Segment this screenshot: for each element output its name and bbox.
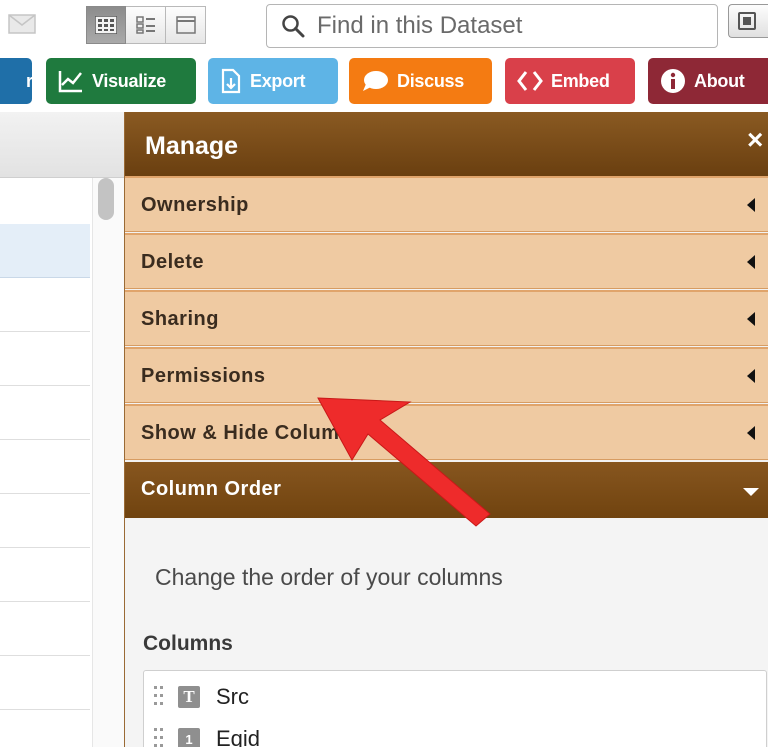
column-list: T Src 1 Eqid (143, 670, 767, 747)
filter-button-label: r (26, 70, 33, 91)
visualize-button-label: Visualize (92, 70, 167, 91)
column-order-body: Change the order of your columns Columns… (125, 518, 768, 747)
page-view-button[interactable] (166, 6, 206, 44)
table-row[interactable] (0, 224, 90, 278)
table-row[interactable] (0, 602, 90, 656)
filter-button[interactable]: r (0, 58, 33, 104)
export-icon (221, 68, 241, 94)
embed-button[interactable]: Embed (505, 58, 635, 104)
about-button-label: About (694, 70, 745, 91)
embed-button-label: Embed (551, 70, 610, 91)
grid-view-icon (95, 16, 117, 34)
discuss-button-label: Discuss (397, 70, 464, 91)
section-label: Ownership (141, 194, 249, 216)
visualize-button[interactable]: Visualize (46, 58, 196, 104)
table-row[interactable] (0, 278, 90, 332)
about-button[interactable]: About (648, 58, 768, 104)
top-toolbar (0, 0, 768, 52)
collapsed-arrow-icon (747, 198, 755, 212)
table-row[interactable] (0, 656, 90, 710)
collapsed-arrow-icon (747, 369, 755, 383)
embed-code-icon (517, 71, 543, 91)
close-icon[interactable]: × (747, 126, 763, 154)
info-icon (661, 69, 685, 93)
chart-icon (58, 71, 82, 93)
section-label: Column Order (141, 478, 282, 500)
manage-panel-header: Manage × (125, 112, 768, 176)
table-row[interactable] (0, 548, 90, 602)
collapsed-arrow-icon (747, 426, 755, 440)
column-order-description: Change the order of your columns (155, 564, 503, 590)
collapsed-arrow-icon (747, 255, 755, 269)
drag-handle-icon[interactable] (154, 686, 164, 708)
section-ownership[interactable]: Ownership (125, 176, 768, 232)
speech-bubble-icon (363, 71, 388, 91)
table-row[interactable] (0, 494, 90, 548)
grid-view-button[interactable] (86, 6, 126, 44)
discuss-button[interactable]: Discuss (349, 58, 492, 104)
column-name: Src (216, 684, 249, 709)
collapsed-arrow-icon (747, 312, 755, 326)
action-bar: r Visualize Export Discuss Embed About (0, 58, 768, 104)
list-item[interactable]: T Src (154, 679, 249, 715)
grid-scrollbar-thumb[interactable] (98, 178, 114, 220)
column-name: Eqid (216, 726, 261, 747)
section-label: Delete (141, 251, 205, 273)
section-delete[interactable]: Delete (125, 233, 768, 289)
grid-header (0, 112, 124, 178)
export-button[interactable]: Export (208, 58, 338, 104)
mail-icon[interactable] (8, 14, 36, 34)
list-item[interactable]: 1 Eqid (154, 721, 260, 747)
search-input[interactable] (317, 12, 697, 40)
text-type-icon: T (178, 686, 200, 708)
expanded-arrow-icon (743, 488, 759, 496)
fullscreen-icon (738, 12, 756, 30)
drag-handle-icon[interactable] (154, 728, 164, 747)
row-view-button[interactable] (126, 6, 166, 44)
annotation-arrow-icon (317, 397, 491, 527)
export-button-label: Export (250, 70, 306, 91)
row-view-icon (135, 16, 155, 34)
section-sharing[interactable]: Sharing (125, 290, 768, 346)
search-box (266, 4, 718, 48)
table-row[interactable] (0, 386, 90, 440)
number-type-icon: 1 (178, 728, 200, 747)
search-icon (282, 15, 305, 38)
table-row[interactable] (0, 440, 90, 494)
section-label: Sharing (141, 308, 219, 330)
panel-title: Manage (145, 132, 239, 160)
section-label: Permissions (141, 365, 266, 387)
page-view-icon (175, 16, 196, 34)
fullscreen-button[interactable] (728, 4, 768, 38)
view-switcher (86, 6, 206, 44)
columns-heading: Columns (143, 632, 233, 655)
table-row[interactable] (0, 332, 90, 386)
grid-scrollbar[interactable] (92, 178, 124, 747)
